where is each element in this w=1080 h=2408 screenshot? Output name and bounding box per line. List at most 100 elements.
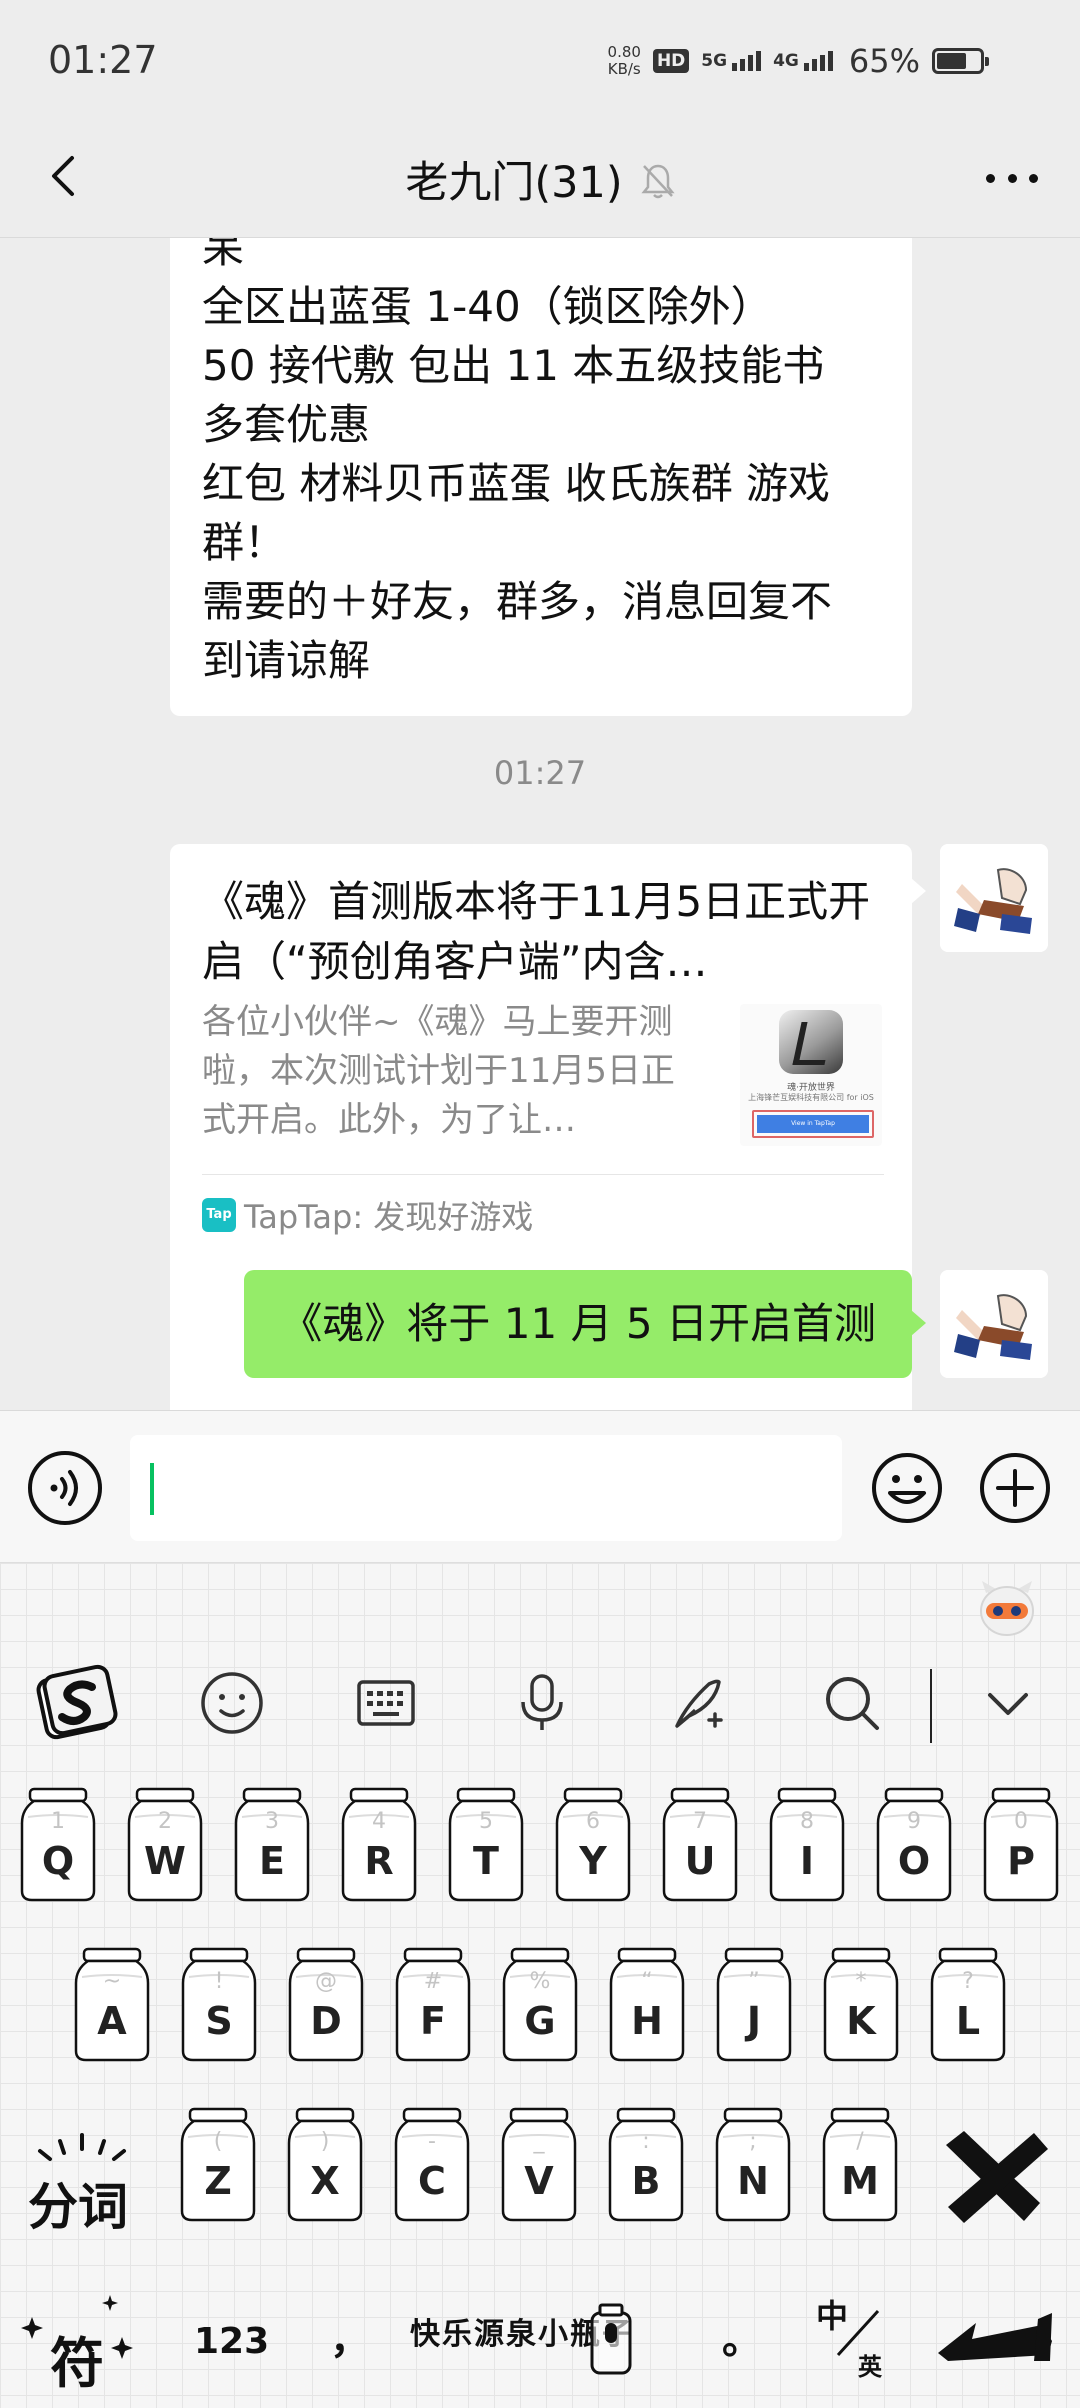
key-k[interactable]: * K [821, 1947, 901, 2063]
key-x[interactable]: ) X [285, 2107, 365, 2223]
key-c[interactable]: -C [392, 2107, 472, 2223]
voice-input-button[interactable] [28, 1451, 102, 1525]
period-key[interactable]: 。 [722, 2307, 762, 2365]
comma-key[interactable]: ， [330, 2307, 370, 2365]
dot-icon [986, 173, 995, 183]
key-letter: K [846, 1999, 876, 2043]
key-d[interactable]: @ D [286, 1947, 366, 2063]
key-g[interactable]: % G [500, 1947, 580, 2063]
keyboard-emoji-button[interactable] [190, 1661, 274, 1745]
key-f[interactable]: # F [393, 1947, 473, 2063]
key-letter: T [473, 1839, 499, 1883]
message-input[interactable] [130, 1435, 842, 1541]
key-j[interactable]: ” J [714, 1947, 794, 2063]
key-letter: E [259, 1839, 285, 1883]
key-symbol: * [855, 1969, 867, 1994]
card-description: 各位小伙伴~《魂》马上要开测啦，本次测试计划于11月5日正式开启。此外，为了让… [202, 1002, 675, 1140]
chat-title-text: 老九门(31) [405, 158, 623, 208]
key-symbol: 8 [800, 1809, 814, 1834]
key-h[interactable]: “H [607, 1947, 687, 2063]
key-z[interactable]: (Z [178, 2107, 258, 2223]
emoji-button[interactable] [870, 1451, 944, 1525]
key-l[interactable]: ? L [928, 1947, 1008, 2063]
hd-icon: HD [652, 49, 690, 73]
chat-title: 老九门(31) [0, 148, 1080, 211]
language-switch-key[interactable]: 中 英 [812, 2289, 902, 2389]
smiley-icon [872, 1453, 942, 1523]
key-e[interactable]: 3E [232, 1787, 312, 1903]
key-letter: G [524, 1999, 556, 2043]
battery-percent: 65% [848, 42, 920, 80]
more-functions-button[interactable] [978, 1451, 1052, 1525]
received-message-bubble[interactable]: 呆 全区出蓝蛋 1-40（锁区除外） 50 接代敷 包出 11 本五级技能书 多… [170, 238, 912, 716]
key-m[interactable]: / M [820, 2107, 900, 2223]
space-key[interactable]: 快乐源泉小瓶子 [406, 2291, 696, 2391]
key-symbol: 5 [479, 1809, 493, 1834]
key-p[interactable]: 0P [981, 1787, 1061, 1903]
chat-messages[interactable]: 呆 全区出蓝蛋 1-40（锁区除外） 50 接代敷 包出 11 本五级技能书 多… [0, 238, 1080, 1410]
key-s[interactable]: ! S [179, 1947, 259, 2063]
key-symbol: “ [641, 1969, 653, 1994]
key-i[interactable]: 8I [767, 1787, 847, 1903]
dot-icon [1007, 173, 1017, 183]
key-symbol: 1 [51, 1809, 65, 1834]
key-letter: B [631, 2159, 661, 2203]
more-options-button[interactable] [980, 150, 1044, 206]
key-a[interactable]: ~ A [72, 1947, 152, 2063]
key-letter: O [897, 1839, 931, 1883]
sogou-logo-button[interactable] [34, 1661, 118, 1745]
key-symbol: ” [748, 1969, 760, 1994]
slash-icon [836, 2309, 880, 2357]
key-symbol: ! [214, 1969, 224, 1994]
key-letter: U [684, 1839, 716, 1883]
message-line: 需要的＋好友，群多，消息回复不 [202, 577, 833, 626]
message-timestamp: 01:27 [493, 754, 587, 792]
key-symbol: 7 [693, 1809, 707, 1834]
toolbar-divider [930, 1669, 932, 1743]
sent-message-bubble[interactable]: 《魂》将于 11 月 5 日开启首测 [244, 1270, 926, 1378]
key-w[interactable]: 2W [125, 1787, 205, 1903]
avatar[interactable] [940, 1270, 1048, 1378]
card-source: Tap TapTap: 发现好游戏 [202, 1192, 533, 1238]
key-symbol: 4 [372, 1809, 386, 1834]
keyboard-voice-button[interactable] [500, 1661, 584, 1745]
key-o[interactable]: 9O [874, 1787, 954, 1903]
delete-key[interactable] [934, 2121, 1054, 2231]
key-letter: Q [41, 1839, 75, 1883]
key-letter: W [144, 1839, 186, 1883]
key-y[interactable]: 6Y [553, 1787, 633, 1903]
key-letter: D [310, 1999, 342, 2043]
symbols-key[interactable]: 符 [18, 2277, 148, 2395]
microphone-icon [590, 2303, 632, 2375]
status-bar: 01:27 0.80 KB/s HD 5G 4G 65% [0, 0, 1080, 120]
keyboard-handwriting-button[interactable] [656, 1661, 740, 1745]
enter-key[interactable] [930, 2289, 1060, 2389]
keyboard-mascot-icon[interactable] [978, 1577, 1036, 1637]
key-n[interactable]: ; N [713, 2107, 793, 2223]
numbers-key[interactable]: 123 [194, 2321, 269, 2362]
avatar[interactable] [940, 844, 1048, 952]
text-cursor [150, 1463, 154, 1515]
keyboard-search-button[interactable] [810, 1661, 894, 1745]
key-r[interactable]: 4R [339, 1787, 419, 1903]
key-symbol: 3 [265, 1809, 279, 1834]
key-t[interactable]: 5T [446, 1787, 526, 1903]
card-title: 《魂》首测版本将于11月5日正式开启（“预创角客户端”内含… [202, 877, 871, 986]
dot-icon [1029, 173, 1038, 183]
key-v[interactable]: _ V [499, 2107, 579, 2223]
key-b[interactable]: :B [606, 2107, 686, 2223]
message-line: 红包 材料贝币蓝蛋 收氏族群 游戏 [202, 459, 831, 508]
key-symbol: ~ [102, 1969, 122, 1994]
key-u[interactable]: 7U [660, 1787, 740, 1903]
keyboard-switch-button[interactable] [344, 1661, 428, 1745]
segment-key[interactable]: 分词 [20, 2121, 150, 2236]
source-text: TapTap: 发现好游戏 [244, 1198, 534, 1236]
key-letter: Y [579, 1839, 607, 1883]
taptap-logo-icon: Tap [202, 1198, 236, 1232]
key-letter: F [420, 1999, 446, 2043]
key-letter: R [364, 1839, 394, 1883]
plus-icon [980, 1453, 1050, 1523]
keyboard-collapse-button[interactable] [966, 1661, 1050, 1745]
message-line: 多套优惠 [202, 400, 371, 449]
key-q[interactable]: 1Q [18, 1787, 98, 1903]
